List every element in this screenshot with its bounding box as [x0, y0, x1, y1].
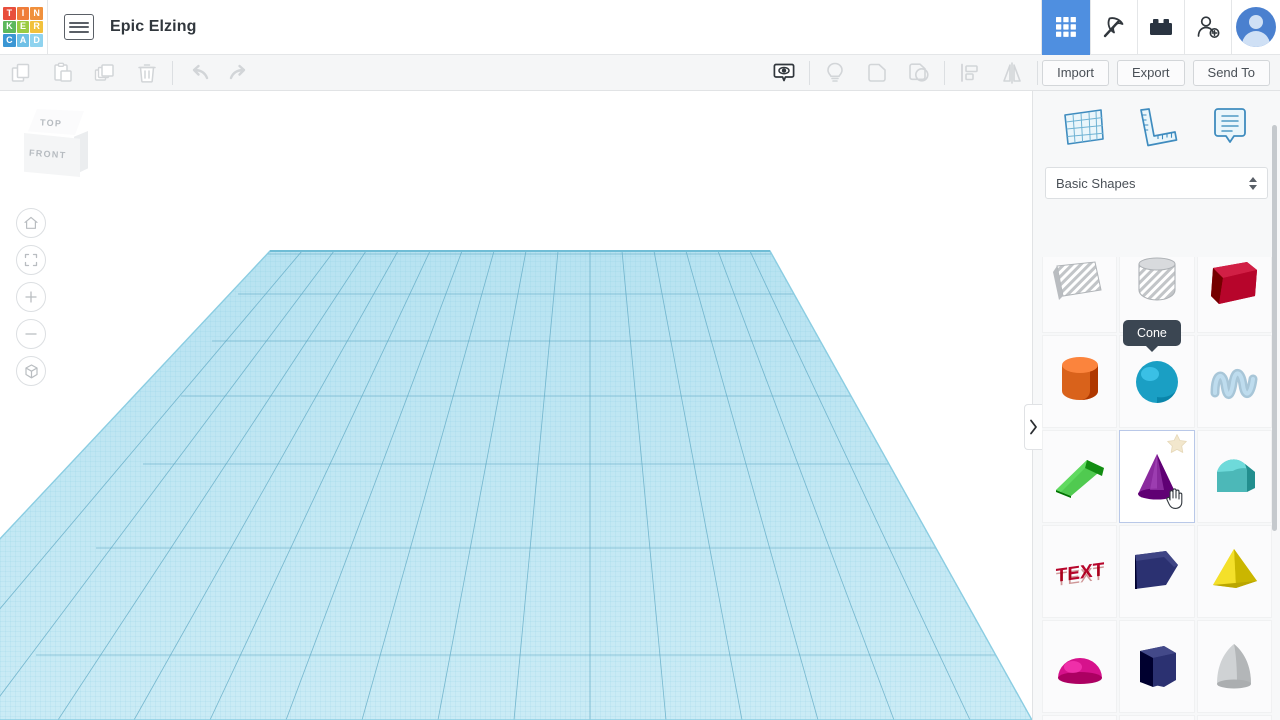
- mirror-flip-icon[interactable]: [991, 55, 1033, 91]
- ungroup-shapes-icon[interactable]: [898, 55, 940, 91]
- note-bubble-icon[interactable]: [1203, 100, 1257, 154]
- view-cube-top-label: TOP: [39, 117, 63, 129]
- edit-tool-group: [0, 55, 261, 91]
- logo-tile-t: T: [3, 7, 16, 20]
- zoom-out-icon[interactable]: [16, 319, 46, 349]
- shape-cone[interactable]: [1119, 430, 1195, 523]
- shape-tube[interactable]: [1119, 715, 1195, 720]
- shape-category-value: Basic Shapes: [1056, 175, 1136, 191]
- show-hide-eye-icon[interactable]: [763, 55, 805, 91]
- toolbar-divider-4: [1037, 60, 1039, 85]
- shape-text[interactable]: TEXT TEXT: [1042, 525, 1118, 618]
- paste-icon[interactable]: [42, 55, 84, 91]
- logo-tile-k: K: [3, 20, 16, 34]
- workplane-grid-icon[interactable]: [1057, 100, 1111, 154]
- import-button[interactable]: Import: [1042, 59, 1109, 86]
- duplicate-icon[interactable]: [84, 55, 126, 91]
- user-avatar[interactable]: [1231, 0, 1280, 55]
- workplane[interactable]: [0, 91, 1032, 720]
- shape-box[interactable]: [1196, 257, 1272, 333]
- chevron-right-icon[interactable]: [1024, 404, 1042, 450]
- list-menu-icon[interactable]: [64, 14, 94, 40]
- shape-wedge[interactable]: [1042, 430, 1118, 523]
- ruler-icon[interactable]: [1130, 100, 1184, 154]
- panel-header-icons: [1033, 91, 1280, 163]
- toolbar-divider: [172, 60, 173, 85]
- shape-pyramid[interactable]: [1196, 525, 1272, 618]
- redo-arrow-icon[interactable]: [219, 55, 261, 91]
- shapes-scrollbar[interactable]: [1272, 125, 1277, 531]
- chevron-updown-icon: [1249, 176, 1257, 190]
- favorite-star-icon[interactable]: [1166, 433, 1188, 455]
- design-canvas[interactable]: Workplane TOP FRONT: [0, 91, 1032, 720]
- logo-tile-d: D: [30, 34, 43, 47]
- shape-tooltip: Cone: [1123, 320, 1181, 352]
- lightbulb-icon[interactable]: [814, 55, 856, 91]
- page-title: Epic Elzing: [110, 18, 197, 35]
- export-button[interactable]: Export: [1116, 59, 1185, 86]
- apps-grid-icon[interactable]: [1041, 0, 1090, 55]
- shape-paraboloid[interactable]: [1196, 620, 1272, 713]
- shape-polygon-prism[interactable]: [1119, 620, 1195, 713]
- mouse-cursor-hand-icon: [1164, 487, 1184, 514]
- logo-tile-i: I: [16, 7, 30, 20]
- shape-round-roof[interactable]: [1196, 430, 1272, 523]
- shape-half-sphere[interactable]: [1042, 620, 1118, 713]
- home-view-icon[interactable]: [16, 208, 46, 238]
- pickaxe-icon[interactable]: [1090, 0, 1137, 55]
- shape-heart[interactable]: [1196, 715, 1272, 720]
- logo-tile-r: R: [30, 20, 43, 34]
- shapes-panel: Basic Shapes TEXT TEXT: [1032, 91, 1280, 720]
- logo-tile-e: E: [16, 20, 30, 34]
- logo-divider: [47, 0, 48, 55]
- shape-box-hole[interactable]: [1042, 257, 1118, 333]
- logo-tile-c: C: [3, 34, 16, 47]
- view-cube[interactable]: TOP FRONT: [24, 109, 88, 179]
- lego-brick-icon[interactable]: [1137, 0, 1184, 55]
- zoom-in-icon[interactable]: [16, 282, 46, 312]
- shape-torus[interactable]: [1042, 715, 1118, 720]
- delete-trash-icon[interactable]: [126, 55, 168, 91]
- object-tool-group: [763, 55, 1042, 91]
- tinkercad-logo[interactable]: TIN KER CAD: [3, 7, 43, 47]
- perspective-toggle-icon[interactable]: [16, 356, 46, 386]
- shape-cylinder[interactable]: [1042, 335, 1118, 428]
- undo-arrow-icon[interactable]: [177, 55, 219, 91]
- toolbar-divider-3: [944, 60, 946, 85]
- send-to-button[interactable]: Send To: [1192, 59, 1270, 86]
- align-icon[interactable]: [949, 55, 991, 91]
- toolbar-divider-2: [809, 60, 811, 85]
- logo-tile-n: N: [30, 7, 43, 20]
- top-bar-actions: [1041, 0, 1280, 55]
- shape-polygon-slab[interactable]: [1119, 525, 1195, 618]
- shape-category-dropdown[interactable]: Basic Shapes: [1045, 167, 1268, 199]
- copy-icon[interactable]: [0, 55, 42, 91]
- group-shapes-icon[interactable]: [856, 55, 898, 91]
- add-person-icon[interactable]: [1184, 0, 1231, 55]
- shape-scribble[interactable]: [1196, 335, 1272, 428]
- view-controls: [16, 208, 46, 393]
- fit-to-view-icon[interactable]: [16, 245, 46, 275]
- top-bar: TIN KER CAD Epic Elzing: [0, 0, 1280, 55]
- logo-tile-a: A: [16, 34, 30, 47]
- main-toolbar: Import Export Send To: [0, 55, 1280, 91]
